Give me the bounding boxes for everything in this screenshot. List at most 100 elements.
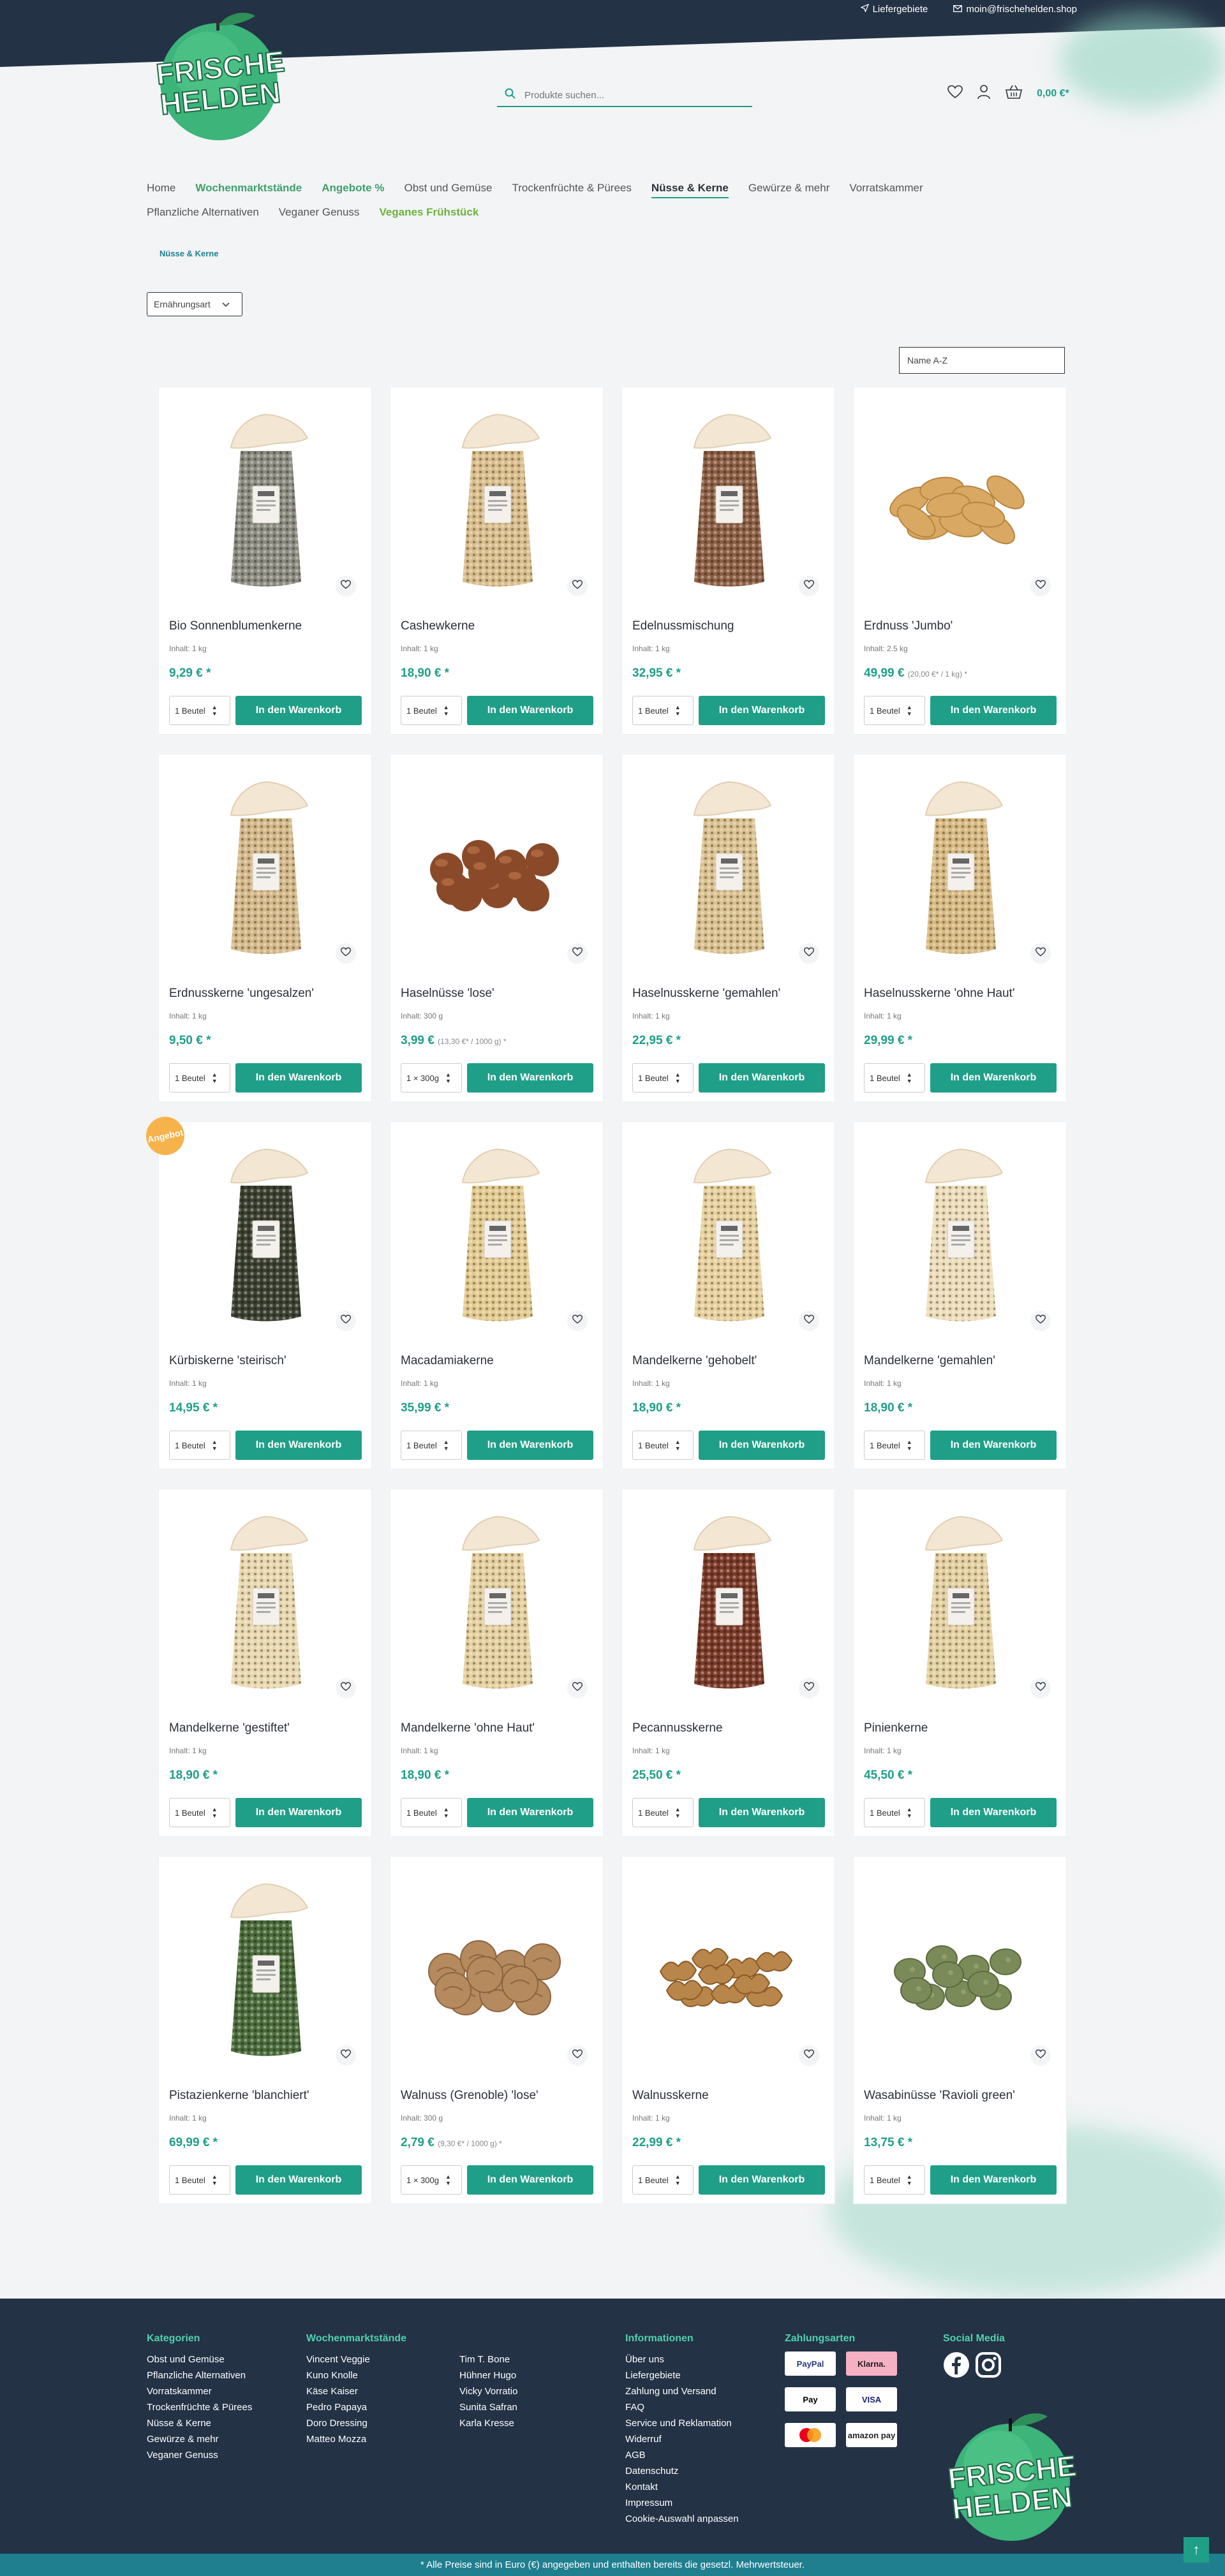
product-name[interactable]: Walnuss (Grenoble) 'lose'	[401, 2089, 538, 2103]
footer-market-link[interactable]: Kuno Knolle	[306, 2367, 427, 2383]
footer-market-link[interactable]: Vincent Veggie	[306, 2352, 427, 2367]
add-to-cart-button[interactable]: In den Warenkorb	[699, 1431, 825, 1460]
quantity-select[interactable]: 1 Beutel ▲ ▼	[401, 696, 462, 725]
footer-info-link[interactable]: Cookie-Auswahl anpassen	[625, 2511, 739, 2527]
nav-item[interactable]: Obst und Gemüse	[405, 176, 493, 200]
footer-category-link[interactable]: Pflanzliche Alternativen	[147, 2367, 252, 2383]
wishlist-button[interactable]	[799, 2045, 819, 2066]
product-name[interactable]: Mandelkerne 'gestiftet'	[169, 1721, 290, 1735]
product-card[interactable]: Mandelkerne 'gestiftet' Inhalt: 1 kg 18,90…	[158, 1489, 372, 1837]
diet-filter-dropdown[interactable]: Ernährungsart	[147, 292, 242, 316]
add-to-cart-button[interactable]: In den Warenkorb	[467, 1063, 593, 1093]
product-card[interactable]: Pinienkerne Inhalt: 1 kg 45,50 € * 1 Beute…	[853, 1489, 1067, 1837]
footer-info-link[interactable]: AGB	[625, 2447, 739, 2463]
footer-info-link[interactable]: Widerruf	[625, 2431, 739, 2447]
wishlist-button[interactable]	[336, 1678, 356, 1698]
wishlist-button[interactable]	[1030, 1311, 1051, 1331]
product-card[interactable]: Haselnusskerne 'ohne Haut' Inhalt: 1 kg 29…	[853, 754, 1067, 1102]
product-name[interactable]: Erdnuss 'Jumbo'	[864, 619, 953, 633]
product-card[interactable]: Pistazienkerne 'blanchiert' Inhalt: 1 kg 6…	[158, 1856, 372, 2204]
footer-category-link[interactable]: Nüsse & Kerne	[147, 2415, 252, 2431]
wishlist-button[interactable]	[336, 576, 356, 596]
wishlist-button[interactable]	[336, 1311, 356, 1331]
quantity-select[interactable]: 1 Beutel ▲ ▼	[169, 1431, 230, 1460]
product-image[interactable]	[403, 1135, 591, 1339]
product-name[interactable]: Kürbiskerne 'steirisch'	[169, 1354, 286, 1368]
wishlist-button[interactable]	[567, 1311, 588, 1331]
product-name[interactable]: Bio Sonnenblumenkerne	[169, 619, 302, 633]
product-name[interactable]: Mandelkerne 'gemahlen'	[864, 1354, 995, 1368]
product-name[interactable]: Pecannusskerne	[632, 1721, 723, 1735]
quantity-select[interactable]: 1 × 300g ▲ ▼	[401, 2165, 462, 2195]
add-to-cart-button[interactable]: In den Warenkorb	[699, 2165, 825, 2195]
add-to-cart-button[interactable]: In den Warenkorb	[930, 1798, 1057, 1827]
email-link[interactable]: moin@frischehelden.shop	[953, 4, 1077, 15]
quantity-select[interactable]: 1 Beutel ▲ ▼	[169, 1063, 230, 1093]
search-icon[interactable]	[505, 88, 516, 102]
footer-info-link[interactable]: Service und Reklamation	[625, 2415, 739, 2431]
quantity-select[interactable]: 1 Beutel ▲ ▼	[401, 1798, 462, 1827]
wishlist-button[interactable]	[1030, 2045, 1051, 2066]
footer-info-link[interactable]: Kontakt	[625, 2479, 739, 2495]
footer-category-link[interactable]: Vorratskammer	[147, 2383, 252, 2399]
add-to-cart-button[interactable]: In den Warenkorb	[467, 1431, 593, 1460]
add-to-cart-button[interactable]: In den Warenkorb	[235, 1798, 362, 1827]
product-image[interactable]	[866, 1135, 1055, 1339]
breadcrumb[interactable]: Nüsse & Kerne	[160, 249, 218, 258]
product-card[interactable]: Mandelkerne 'gemahlen' Inhalt: 1 kg 18,90 …	[853, 1121, 1067, 1469]
product-card[interactable]: Edelnussmischung Inhalt: 1 kg 32,95 € * 1 …	[621, 386, 835, 735]
product-image[interactable]	[635, 767, 823, 971]
product-image[interactable]	[866, 1869, 1055, 2073]
product-name[interactable]: Haselnüsse 'lose'	[401, 987, 494, 1001]
quantity-select[interactable]: 1 Beutel ▲ ▼	[864, 2165, 925, 2195]
wishlist-button[interactable]	[799, 943, 819, 964]
footer-market-link[interactable]: Käse Kaiser	[306, 2383, 427, 2399]
product-image[interactable]	[403, 767, 591, 971]
product-image[interactable]	[403, 1502, 591, 1706]
product-name[interactable]: Pinienkerne	[864, 1721, 928, 1735]
delivery-areas-link[interactable]: Liefergebiete	[859, 3, 928, 15]
quantity-select[interactable]: 1 Beutel ▲ ▼	[169, 696, 230, 725]
quantity-select[interactable]: 1 Beutel ▲ ▼	[864, 1063, 925, 1093]
product-image[interactable]	[403, 400, 591, 604]
logo[interactable]: FRISCHE HELDEN	[144, 6, 300, 144]
quantity-select[interactable]: 1 Beutel ▲ ▼	[632, 696, 694, 725]
basket-icon[interactable]	[1005, 84, 1023, 103]
product-card[interactable]: Mandelkerne 'gehobelt' Inhalt: 1 kg 18,90 …	[621, 1121, 835, 1469]
product-image[interactable]	[403, 1869, 591, 2073]
nav-item[interactable]: Gewürze & mehr	[748, 176, 830, 200]
wishlist-button[interactable]	[1030, 1678, 1051, 1698]
quantity-select[interactable]: 1 Beutel ▲ ▼	[864, 696, 925, 725]
product-card[interactable]: Walnuss (Grenoble) 'lose' Inhalt: 300 g 2,…	[390, 1856, 604, 2204]
wishlist-button[interactable]	[336, 943, 356, 964]
wishlist-button[interactable]	[799, 1311, 819, 1331]
nav-item[interactable]: Vorratskammer	[849, 176, 923, 200]
footer-market-link[interactable]: Karla Kresse	[459, 2415, 517, 2431]
quantity-select[interactable]: 1 × 300g ▲ ▼	[401, 1063, 462, 1093]
footer-category-link[interactable]: Trockenfrüchte & Pürees	[147, 2399, 252, 2415]
product-card[interactable]: Haselnüsse 'lose' Inhalt: 300 g 3,99 € (13…	[390, 754, 604, 1102]
product-image[interactable]	[172, 767, 360, 971]
nav-item[interactable]: Wochenmarktstände	[195, 176, 302, 200]
quantity-select[interactable]: 1 Beutel ▲ ▼	[401, 1431, 462, 1460]
wishlist-button[interactable]	[1030, 943, 1051, 964]
add-to-cart-button[interactable]: In den Warenkorb	[930, 1063, 1057, 1093]
product-name[interactable]: Walnusskerne	[632, 2089, 709, 2103]
product-image[interactable]	[172, 1135, 360, 1339]
user-icon[interactable]	[977, 84, 991, 103]
footer-market-link[interactable]: Doro Dressing	[306, 2415, 427, 2431]
footer-category-link[interactable]: Obst und Gemüse	[147, 2352, 252, 2367]
add-to-cart-button[interactable]: In den Warenkorb	[930, 2165, 1057, 2195]
product-name[interactable]: Macadamiakerne	[401, 1354, 494, 1368]
add-to-cart-button[interactable]: In den Warenkorb	[235, 1063, 362, 1093]
quantity-select[interactable]: 1 Beutel ▲ ▼	[632, 1431, 694, 1460]
product-card[interactable]: Cashewkerne Inhalt: 1 kg 18,90 € * 1 Beute…	[390, 386, 604, 735]
instagram-icon[interactable]	[975, 2352, 1002, 2383]
product-image[interactable]	[172, 400, 360, 604]
quantity-select[interactable]: 1 Beutel ▲ ▼	[632, 2165, 694, 2195]
footer-info-link[interactable]: Datenschutz	[625, 2463, 739, 2479]
quantity-select[interactable]: 1 Beutel ▲ ▼	[864, 1798, 925, 1827]
footer-market-link[interactable]: Pedro Papaya	[306, 2399, 427, 2415]
nav-item[interactable]: Nüsse & Kerne	[651, 179, 729, 198]
product-image[interactable]	[635, 1502, 823, 1706]
